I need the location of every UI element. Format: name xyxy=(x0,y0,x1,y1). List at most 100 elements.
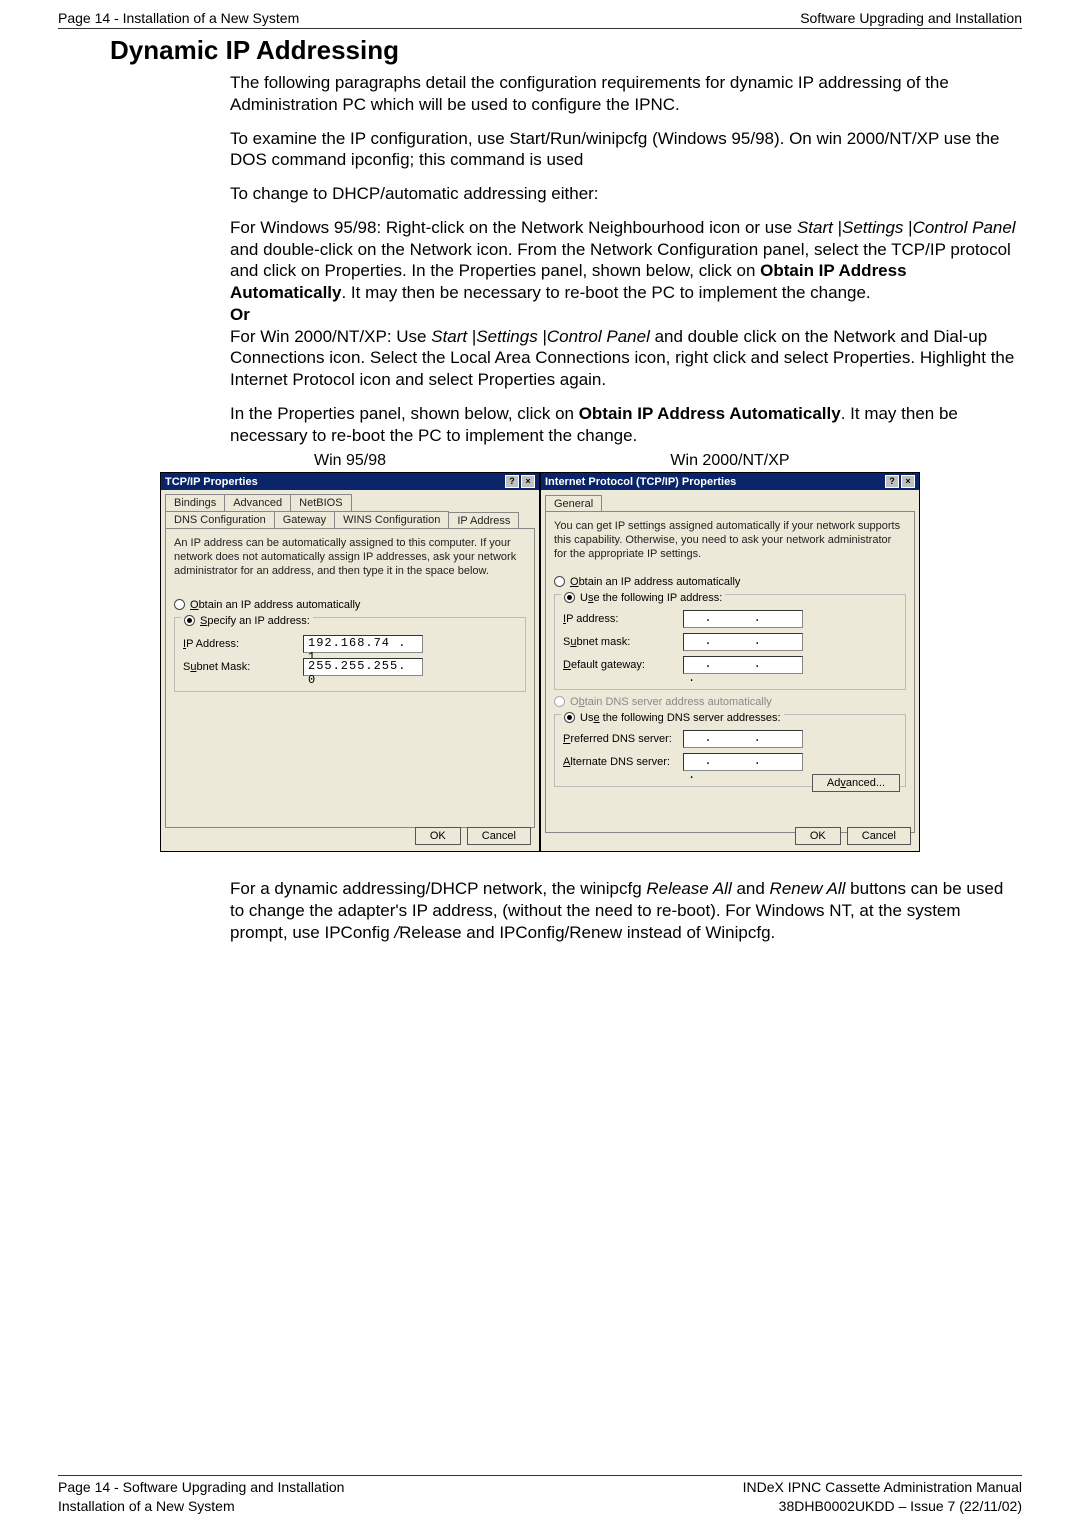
win9598-title: Win 95/98 xyxy=(160,452,540,470)
win2000-column: Win 2000/NT/XP Internet Protocol (TCP/IP… xyxy=(540,452,920,852)
header-right: Software Upgrading and Installation xyxy=(800,10,1022,26)
radio-obtain-auto[interactable]: Obtain an IP address automatically xyxy=(174,599,526,611)
tab-row: General xyxy=(541,490,919,511)
paragraph-intro: The following paragraphs detail the conf… xyxy=(230,72,1022,116)
paragraph-examine: To examine the IP configuration, use Sta… xyxy=(230,128,1022,172)
italic-start: Start xyxy=(431,327,467,346)
ok-button[interactable]: OK xyxy=(415,827,461,845)
tab-row-2: DNS Configuration Gateway WINS Configura… xyxy=(161,511,539,528)
radio-obtain-dns-auto: Obtain DNS server address automatically xyxy=(554,696,906,708)
default-gateway-input[interactable]: . . . xyxy=(683,656,803,674)
radio-icon xyxy=(184,615,195,626)
cancel-button[interactable]: Cancel xyxy=(467,827,531,845)
content-area: Dynamic IP Addressing The following para… xyxy=(58,35,1022,1475)
italic-start: Start xyxy=(797,218,833,237)
dialogs-row: Win 95/98 TCP/IP Properties ? × Bindings… xyxy=(58,452,1022,852)
ip-address-input[interactable]: . . . xyxy=(683,610,803,628)
radio-use-following-dns[interactable]: Use the following DNS server addresses: xyxy=(561,712,784,724)
tab-netbios[interactable]: NetBIOS xyxy=(291,494,351,511)
radio-obtain-ip-auto[interactable]: Obtain an IP address automatically xyxy=(554,576,906,588)
ip-protocol-properties-dialog: Internet Protocol (TCP/IP) Properties ? … xyxy=(540,472,920,852)
tab-bindings[interactable]: Bindings xyxy=(165,494,225,511)
italic-settings: Settings xyxy=(842,218,903,237)
paragraph-dynamic-note: For a dynamic addressing/DHCP network, t… xyxy=(230,878,1022,943)
italic-renew-all: Renew All xyxy=(770,879,846,898)
help-icon[interactable]: ? xyxy=(505,475,519,488)
tab-gateway[interactable]: Gateway xyxy=(275,511,335,528)
tab-general[interactable]: General xyxy=(545,495,602,512)
tab-advanced[interactable]: Advanced xyxy=(225,494,291,511)
text-frag: | xyxy=(833,218,842,237)
default-gateway-row: Default gateway: . . . xyxy=(563,656,897,674)
subnet-mask-row: Subnet mask: . . . xyxy=(563,633,897,651)
subnet-mask-input[interactable]: 255.255.255. 0 xyxy=(303,658,423,676)
radio-icon xyxy=(174,599,185,610)
paragraph-win9598: For Windows 95/98: Right-click on the Ne… xyxy=(230,217,1022,391)
text-frag: | xyxy=(467,327,476,346)
intro-text: An IP address can be automatically assig… xyxy=(174,537,526,578)
bold-or: Or xyxy=(230,305,250,324)
text-frag: For Win 2000/NT/XP: Use xyxy=(230,327,431,346)
radio-icon xyxy=(564,592,575,603)
italic-settings: Settings xyxy=(476,327,537,346)
win9598-column: Win 95/98 TCP/IP Properties ? × Bindings… xyxy=(160,452,540,852)
radio-label: Use the following DNS server addresses: xyxy=(580,712,781,724)
alternate-dns-label: Alternate DNS server: xyxy=(563,756,683,768)
dialog-titlebar: TCP/IP Properties ? × xyxy=(161,473,539,490)
advanced-button[interactable]: Advanced... xyxy=(812,774,900,792)
section-title: Dynamic IP Addressing xyxy=(110,35,1022,66)
default-gateway-label: Default gateway: xyxy=(563,659,683,671)
text-frag: | xyxy=(903,218,912,237)
close-icon[interactable]: × xyxy=(521,475,535,488)
text-frag: and xyxy=(732,879,770,898)
subnet-mask-row: Subnet Mask: 255.255.255. 0 xyxy=(183,658,517,676)
preferred-dns-input[interactable]: . . . xyxy=(683,730,803,748)
tab-row-1: Bindings Advanced NetBIOS xyxy=(161,490,539,511)
dialog-body: You can get IP settings assigned automat… xyxy=(545,511,915,833)
ip-address-label: IP address: xyxy=(563,613,683,625)
tab-ip-address[interactable]: IP Address xyxy=(449,512,519,529)
radio-icon xyxy=(554,576,565,587)
page-footer: Page 14 - Software Upgrading and Install… xyxy=(58,1475,1022,1516)
radio-label: Obtain DNS server address automatically xyxy=(570,696,772,708)
text-frag: | xyxy=(538,327,547,346)
preferred-dns-label: Preferred DNS server: xyxy=(563,733,683,745)
cancel-button[interactable]: Cancel xyxy=(847,827,911,845)
footer-left-line2: Installation of a New System xyxy=(58,1497,344,1516)
alternate-dns-input[interactable]: . . . xyxy=(683,753,803,771)
ok-button[interactable]: OK xyxy=(795,827,841,845)
close-icon[interactable]: × xyxy=(901,475,915,488)
text-frag: . It may then be necessary to re-boot th… xyxy=(341,283,870,302)
dialog-title: Internet Protocol (TCP/IP) Properties xyxy=(545,476,736,488)
preferred-dns-row: Preferred DNS server: . . . xyxy=(563,730,897,748)
subnet-mask-input[interactable]: . . . xyxy=(683,633,803,651)
italic-controlpanel: Control Panel xyxy=(913,218,1016,237)
tab-wins-config[interactable]: WINS Configuration xyxy=(335,511,449,528)
text-frag: Release and IPConfig/Renew instead of Wi… xyxy=(399,923,775,942)
text-frag: In the Properties panel, shown below, cl… xyxy=(230,404,579,423)
footer-right-line2: 38DHB0002UKDD – Issue 7 (22/11/02) xyxy=(743,1497,1022,1516)
radio-label: Obtain an IP address automatically xyxy=(190,599,360,611)
radio-use-following-ip[interactable]: Use the following IP address: xyxy=(561,592,725,604)
win2000-title: Win 2000/NT/XP xyxy=(540,452,920,470)
dialog-buttons: OK Cancel xyxy=(795,827,911,845)
text-frag: For a dynamic addressing/DHCP network, t… xyxy=(230,879,646,898)
radio-label: Use the following IP address: xyxy=(580,592,722,604)
tab-dns-config[interactable]: DNS Configuration xyxy=(165,511,275,528)
footer-right: INDeX IPNC Cassette Administration Manua… xyxy=(743,1478,1022,1516)
footer-right-line1: INDeX IPNC Cassette Administration Manua… xyxy=(743,1478,1022,1497)
radio-label: Specify an IP address: xyxy=(200,615,310,627)
radio-icon xyxy=(554,696,565,707)
intro-text: You can get IP settings assigned automat… xyxy=(554,520,906,561)
help-icon[interactable]: ? xyxy=(885,475,899,488)
paragraph-propspanel: In the Properties panel, shown below, cl… xyxy=(230,403,1022,447)
footer-left-line1: Page 14 - Software Upgrading and Install… xyxy=(58,1478,344,1497)
ip-address-input[interactable]: 192.168.74 . 1 xyxy=(303,635,423,653)
radio-specify-ip[interactable]: Specify an IP address: xyxy=(181,615,313,627)
ip-address-label: IP Address: xyxy=(183,638,303,650)
dialog-titlebar: Internet Protocol (TCP/IP) Properties ? … xyxy=(541,473,919,490)
ip-address-row: IP Address: 192.168.74 . 1 xyxy=(183,635,517,653)
bold-obtain2: Obtain IP Address Automatically xyxy=(579,404,841,423)
subnet-mask-label: Subnet mask: xyxy=(563,636,683,648)
footer-left: Page 14 - Software Upgrading and Install… xyxy=(58,1478,344,1516)
